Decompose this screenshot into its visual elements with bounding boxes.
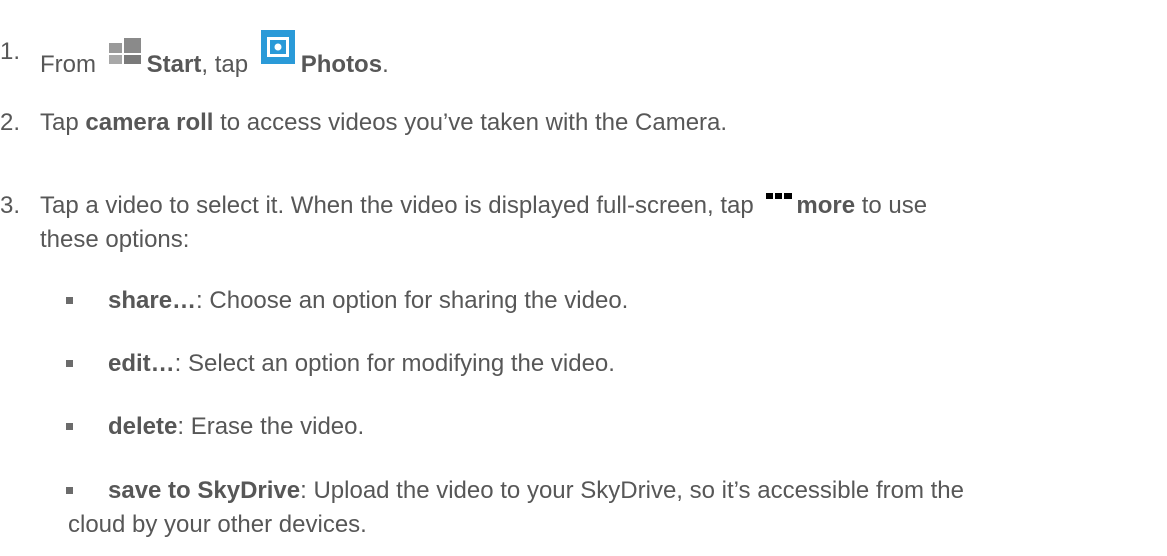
step-text-line1-pre: Tap a video to select it. When the video… (40, 192, 754, 219)
bullet-icon (66, 487, 73, 494)
camera-roll-label: camera roll (85, 109, 214, 136)
step-number: 2. (0, 109, 21, 136)
more-dots-icon (766, 178, 793, 206)
more-label: more (796, 192, 856, 219)
bullet-icon (66, 423, 73, 430)
option-desc: : Choose an option for sharing the video… (196, 287, 629, 314)
bullet-icon (66, 297, 73, 304)
option-text: edit…: Select an option for modifying th… (108, 350, 615, 378)
step-text-pre: Tap (40, 109, 79, 136)
step-text-post: to access videos you’ve taken with the C… (220, 109, 728, 136)
start-label: Start (146, 51, 202, 78)
option-text: save to SkyDrive: Upload the video to yo… (108, 477, 964, 505)
step-number: 1. (0, 38, 21, 65)
step-text: Tap a video to select it. When the video… (40, 192, 927, 220)
step-number: 3. (0, 192, 21, 219)
option-text-line2: cloud by your other devices. (68, 511, 367, 538)
option-label: share… (108, 287, 197, 314)
option-desc: : Upload the video to your SkyDrive, so … (300, 477, 964, 504)
step-text: From Start, tap Photos. (40, 30, 389, 79)
step-text-pre: From (40, 51, 96, 78)
photos-label: Photos (300, 51, 383, 78)
step-text: Tap camera roll to access videos you’ve … (40, 109, 727, 137)
photos-app-icon (260, 30, 295, 71)
option-text: delete: Erase the video. (108, 413, 364, 441)
bullet-icon (66, 360, 73, 367)
option-label: edit… (108, 350, 175, 377)
step-text-line1-post: to use (861, 192, 928, 219)
step-text-end: . (382, 51, 389, 78)
step-text-line2: these options: (40, 226, 190, 253)
option-label: delete (108, 413, 178, 440)
step-text-mid: , tap (201, 51, 249, 78)
option-text: share…: Choose an option for sharing the… (108, 287, 628, 315)
option-label: save to SkyDrive (108, 477, 301, 504)
option-desc: : Erase the video. (177, 413, 365, 440)
windows-start-icon (108, 34, 141, 71)
option-desc: : Select an option for modifying the vid… (174, 350, 615, 377)
